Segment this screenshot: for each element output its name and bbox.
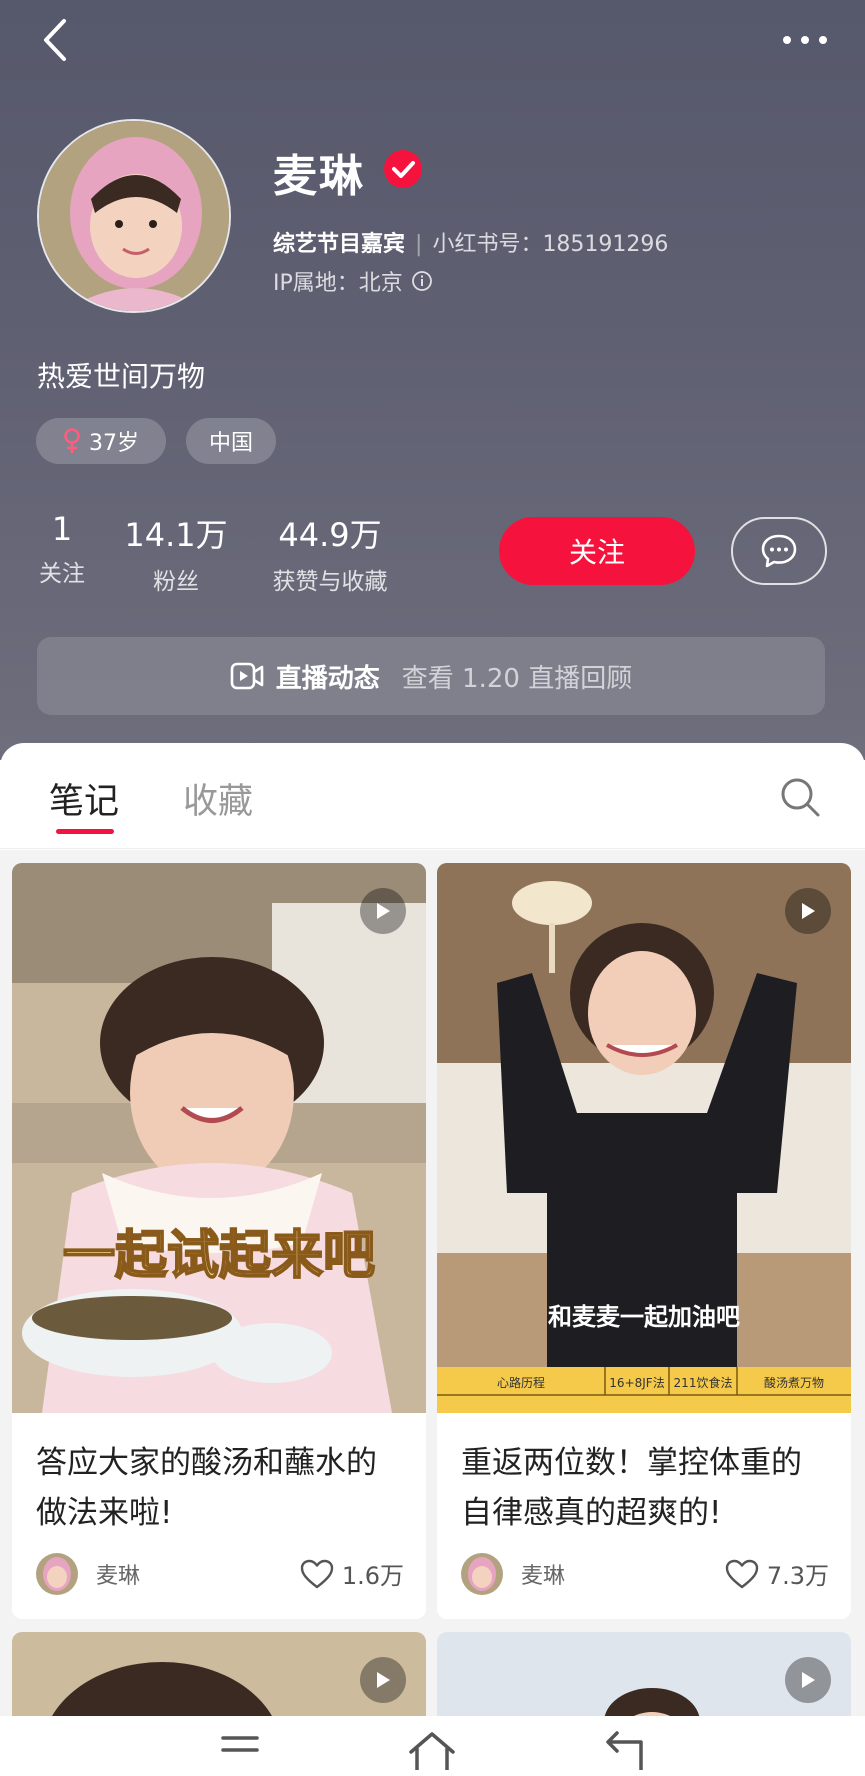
ip-label: IP属地：北京 xyxy=(273,271,403,296)
video-play-badge xyxy=(360,888,406,934)
notes-grid: 一起试起来吧 答应大家的酸汤和蘸水的做法来啦! 麦琳 1.6万 心路历程 16+… xyxy=(0,850,865,1776)
author-name: 麦琳 xyxy=(96,1564,141,1589)
back-arrow-icon xyxy=(606,1731,643,1770)
stat-followers[interactable]: 14.1万 粉丝 xyxy=(120,510,232,596)
note-title: 答应大家的酸汤和蘸水的做法来啦! xyxy=(36,1445,377,1531)
verified-badge-icon xyxy=(384,150,422,188)
table-cell: 酸汤煮万物 xyxy=(764,1375,824,1390)
stat-followers-label: 粉丝 xyxy=(153,569,199,595)
like-count-label: 7.3万 xyxy=(766,1562,829,1590)
ip-location: IP属地：北京 xyxy=(273,265,433,297)
live-subtitle: 查看 1.20 直播回顾 xyxy=(401,663,633,694)
table-cell: 16+8JF法 xyxy=(609,1376,664,1390)
stat-following-count: 1 xyxy=(51,510,73,548)
author-avatar xyxy=(461,1553,503,1595)
system-nav-bar xyxy=(0,1716,865,1776)
stat-following[interactable]: 1 关注 xyxy=(34,510,90,588)
stat-likes[interactable]: 44.9万 获赞与收藏 xyxy=(260,510,400,596)
overlay-caption: 和麦麦一起加油吧 xyxy=(548,1303,740,1331)
author-avatar xyxy=(36,1553,78,1595)
stat-following-label: 关注 xyxy=(39,561,85,587)
video-play-badge xyxy=(785,1657,831,1703)
female-icon xyxy=(64,428,80,453)
like-count[interactable]: 7.3万 xyxy=(725,1556,829,1591)
note-thumbnail: 心路历程 16+8JF法 211饮食法 酸汤煮万物 和麦麦一起加油吧 xyxy=(437,863,851,1413)
play-icon xyxy=(802,1672,815,1688)
region-label: 中国 xyxy=(208,431,253,456)
avatar[interactable] xyxy=(37,119,231,313)
stat-likes-count: 44.9万 xyxy=(278,516,382,554)
heart-icon xyxy=(725,1559,759,1588)
meta-divider: | xyxy=(415,232,423,257)
avatar-image xyxy=(461,1553,503,1595)
content-panel: 笔记 收藏 一起试起来吧 答应大家的酸汤和蘸水的做法来啦! 麦琳 1.6万 心路… xyxy=(0,743,865,1776)
chat-bubble-icon xyxy=(761,534,797,568)
live-replay-bar[interactable]: 直播动态 查看 1.20 直播回顾 xyxy=(37,637,825,715)
nav-back-button[interactable] xyxy=(594,1730,654,1776)
play-icon xyxy=(377,1672,390,1688)
profile-name: 麦琳 xyxy=(273,151,365,202)
note-card[interactable]: 心路历程 16+8JF法 211饮食法 酸汤煮万物 和麦麦一起加油吧 重返两位数… xyxy=(437,863,851,1619)
top-bar xyxy=(0,0,865,80)
note-card[interactable]: 一起试起来吧 答应大家的酸汤和蘸水的做法来啦! 麦琳 1.6万 xyxy=(12,863,426,1619)
profile-id: 小红书号：185191296 xyxy=(432,232,669,257)
live-title: 直播动态 xyxy=(275,663,380,694)
back-button[interactable] xyxy=(30,14,80,66)
table-cell: 211饮食法 xyxy=(674,1375,733,1390)
info-icon[interactable] xyxy=(411,270,433,292)
profile-bio: 热爱世间万物 xyxy=(37,360,206,393)
profile-header: 麦琳 综艺节目嘉宾 | 小红书号：185191296 IP属地：北京 热爱世间万物 … xyxy=(0,0,865,760)
stat-likes-label: 获赞与收藏 xyxy=(272,569,388,595)
avatar-image xyxy=(39,121,229,311)
avatar-image xyxy=(36,1553,78,1595)
more-button[interactable] xyxy=(775,18,835,62)
like-count-label: 1.6万 xyxy=(341,1562,404,1590)
region-tag: 中国 xyxy=(186,418,276,464)
author-name: 麦琳 xyxy=(521,1564,566,1589)
live-camera-icon xyxy=(230,662,264,690)
thumbnail-image: 一起试起来吧 xyxy=(12,863,426,1413)
play-icon xyxy=(377,903,390,919)
note-thumbnail: 一起试起来吧 xyxy=(12,863,426,1413)
tab-bar: 笔记 收藏 xyxy=(0,743,865,849)
play-icon xyxy=(802,903,815,919)
active-tab-indicator xyxy=(56,829,114,834)
profile-role: 综艺节目嘉宾 xyxy=(273,232,406,257)
home-icon xyxy=(409,1732,455,1770)
heart-icon xyxy=(300,1559,334,1588)
video-play-badge xyxy=(360,1657,406,1703)
like-count[interactable]: 1.6万 xyxy=(300,1556,404,1591)
follow-button[interactable]: 关注 xyxy=(499,517,695,585)
nav-menu-button[interactable] xyxy=(210,1730,270,1776)
more-dots-icon xyxy=(783,36,827,44)
thumbnail-image: 心路历程 16+8JF法 211饮食法 酸汤煮万物 和麦麦一起加油吧 xyxy=(437,863,851,1413)
tab-notes[interactable]: 笔记 xyxy=(49,773,119,824)
age-tag: 37岁 xyxy=(36,418,166,464)
age-label: 37岁 xyxy=(89,431,139,456)
note-title: 重返两位数！掌控体重的自律感真的超爽的! xyxy=(461,1445,802,1531)
stat-followers-count: 14.1万 xyxy=(124,516,228,554)
note-author[interactable]: 麦琳 xyxy=(461,1553,565,1595)
note-author[interactable]: 麦琳 xyxy=(36,1553,140,1595)
search-icon[interactable] xyxy=(778,775,822,819)
profile-meta: 综艺节目嘉宾 | 小红书号：185191296 xyxy=(273,226,668,258)
message-button[interactable] xyxy=(731,517,827,585)
nav-home-button[interactable] xyxy=(402,1730,462,1776)
menu-icon xyxy=(221,1736,259,1752)
tab-favorites[interactable]: 收藏 xyxy=(183,773,253,824)
video-play-badge xyxy=(785,888,831,934)
chevron-left-icon xyxy=(44,19,66,61)
overlay-caption: 一起试起来吧 xyxy=(63,1226,375,1286)
table-cell: 心路历程 xyxy=(497,1375,545,1390)
